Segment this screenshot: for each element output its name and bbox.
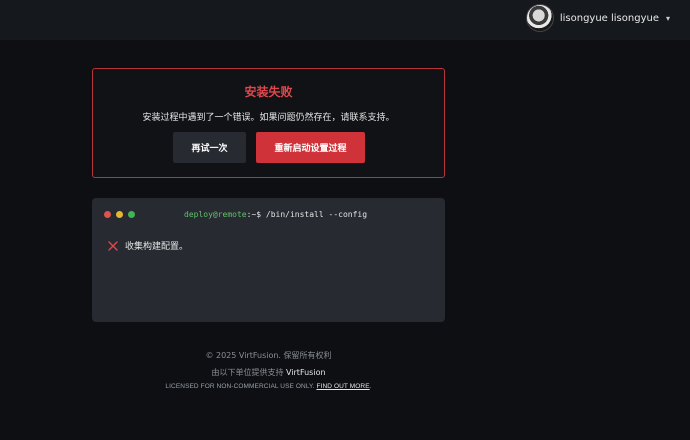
install-error-panel: 安装失败 安装过程中遇到了一个错误。如果问题仍然存在，请联系支持。 再试一次 重… <box>92 68 445 178</box>
window-controls <box>104 211 135 218</box>
prompt-path: :~$ <box>246 210 266 219</box>
footer: © 2025 VirtFusion. 保留所有权利 由以下单位提供支持 Virt… <box>92 350 445 390</box>
chevron-down-icon[interactable]: ▾ <box>666 14 670 23</box>
prompt-command: /bin/install --config <box>265 210 368 219</box>
find-out-more-link[interactable]: FIND OUT MORE <box>316 383 369 390</box>
license-text: LICENSED FOR NON-COMMERCIAL USE ONLY. <box>165 383 317 390</box>
minimize-dot-icon <box>116 211 123 218</box>
terminal-window: deploy@remote:~$ /bin/install --config 收… <box>92 198 445 322</box>
close-dot-icon <box>104 211 111 218</box>
x-icon <box>108 240 118 251</box>
user-menu[interactable]: lisongyue lisongyue ▾ <box>525 4 670 32</box>
top-bar: lisongyue lisongyue ▾ <box>0 0 690 40</box>
user-name[interactable]: lisongyue lisongyue <box>560 13 659 24</box>
retry-button[interactable]: 再试一次 <box>173 132 246 163</box>
powered-prefix: 由以下单位提供支持 <box>211 368 286 377</box>
error-message: 安装过程中遇到了一个错误。如果问题仍然存在，请联系支持。 <box>142 113 395 123</box>
restart-setup-button[interactable]: 重新启动设置过程 <box>256 132 365 163</box>
license-notice: LICENSED FOR NON-COMMERCIAL USE ONLY. FI… <box>92 383 445 390</box>
avatar[interactable] <box>525 4 554 32</box>
prompt-host: deploy@remote <box>184 210 247 219</box>
terminal-prompt: deploy@remote:~$ /bin/install --config <box>184 210 367 219</box>
powered-brand: VirtFusion <box>286 368 326 377</box>
license-suffix: . <box>369 383 372 390</box>
error-title: 安装失败 <box>244 85 293 99</box>
install-step: 收集构建配置。 <box>107 239 188 252</box>
copyright-text: © 2025 VirtFusion. 保留所有权利 <box>205 351 332 360</box>
step-text: 收集构建配置。 <box>125 242 189 252</box>
powered-by: 由以下单位提供支持 VirtFusion <box>92 367 445 378</box>
maximize-dot-icon <box>128 211 135 218</box>
